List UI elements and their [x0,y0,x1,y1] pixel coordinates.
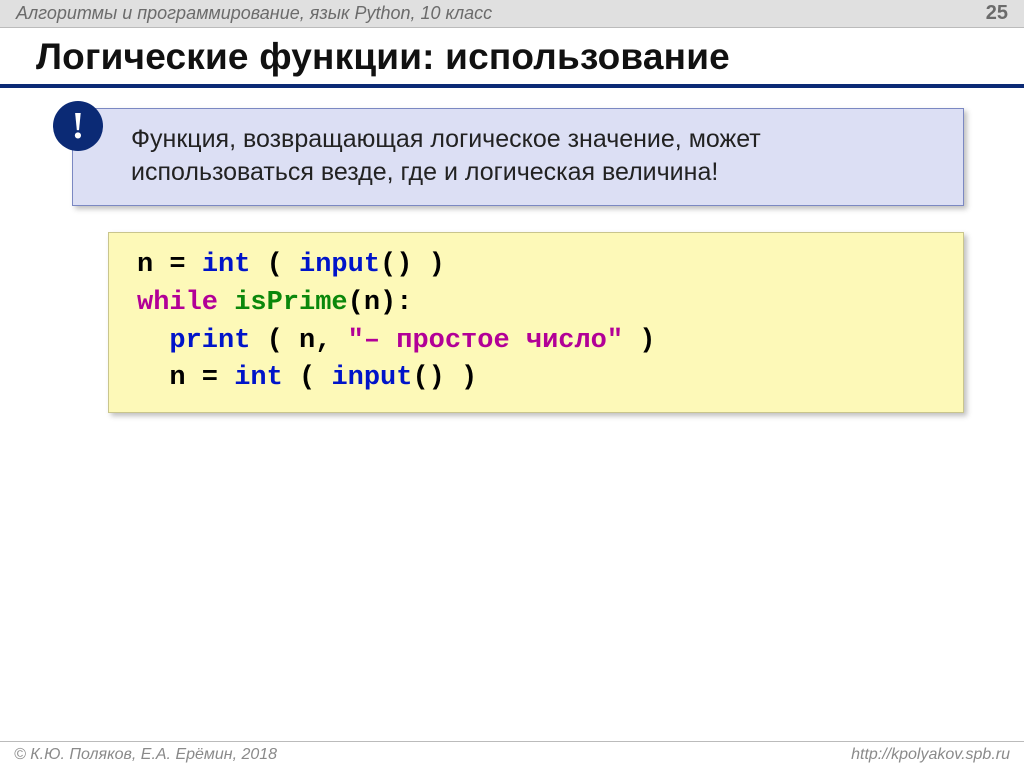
title-block: Логические функции: использование [0,28,1024,88]
footer-url: http://kpolyakov.spb.ru [851,746,1010,764]
slide-title: Логические функции: использование [36,36,988,78]
info-callout: ! Функция, возвращающая логическое значе… [72,108,964,206]
footer-bar: © К.Ю. Поляков, Е.А. Ерёмин, 2018 http:/… [0,741,1024,767]
page-number: 25 [986,2,1008,25]
header-bar: Алгоритмы и программирование, язык Pytho… [0,0,1024,28]
course-title: Алгоритмы и программирование, язык Pytho… [16,3,492,24]
exclamation-badge-icon: ! [53,101,103,151]
code-listing: n = int ( input() ) while isPrime(n): pr… [137,247,935,398]
content: ! Функция, возвращающая логическое значе… [0,88,1024,413]
copyright: © К.Ю. Поляков, Е.А. Ерёмин, 2018 [14,746,277,764]
info-callout-text: Функция, возвращающая логическое значени… [131,125,761,186]
code-block: n = int ( input() ) while isPrime(n): pr… [108,232,964,413]
